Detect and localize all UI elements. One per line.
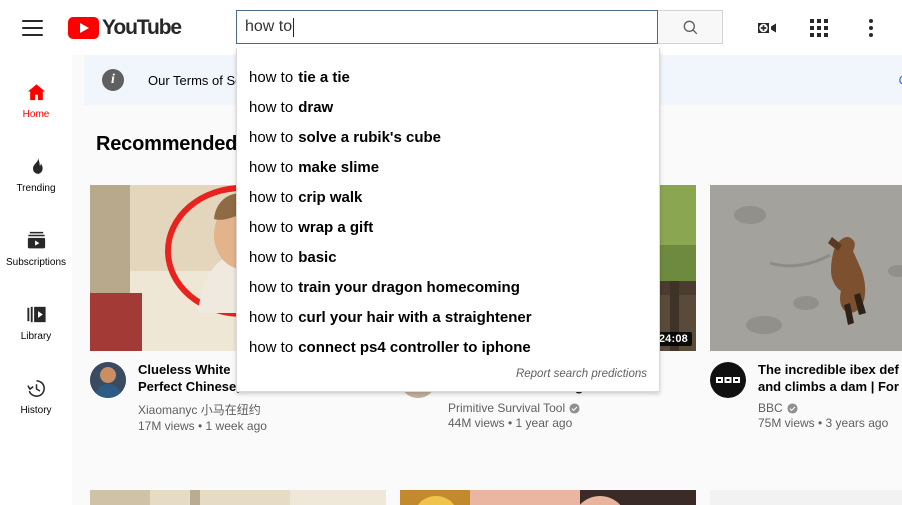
- channel-avatar[interactable]: [710, 362, 746, 398]
- suggestion-completion: train your dragon homecoming: [298, 278, 520, 296]
- sidebar-label-library: Library: [20, 331, 52, 342]
- suggestion-item[interactable]: how to solve a rubik's cube: [237, 122, 659, 152]
- suggestion-item[interactable]: how to connect ps4 controller to iphone: [237, 332, 659, 362]
- video-title-line1: The incredible ibex def: [758, 362, 899, 377]
- suggestion-prefix: how to: [249, 278, 294, 296]
- suggestion-prefix: how to: [249, 248, 294, 266]
- library-icon: [24, 302, 48, 326]
- history-icon: [24, 376, 48, 400]
- search-icon: [683, 20, 697, 34]
- sidebar-item-trending[interactable]: Trending: [0, 137, 72, 211]
- suggestion-completion: solve a rubik's cube: [298, 128, 441, 146]
- video-thumbnail[interactable]: a a a a: [710, 490, 902, 505]
- suggestion-item[interactable]: how to basic: [237, 242, 659, 272]
- terms-banner-text: Our Terms of Ser: [148, 72, 247, 88]
- suggestion-item[interactable]: how to wrap a gift: [237, 212, 659, 242]
- suggestion-prefix: how to: [249, 128, 294, 146]
- search-suggestions-dropdown: how to tie a tie how to draw how to solv…: [236, 48, 660, 392]
- video-stats: 17M views • 1 week ago: [138, 419, 267, 434]
- trending-icon: [24, 154, 48, 178]
- video-title-line2: and climbs a dam | For: [758, 378, 899, 394]
- sidebar-label-subscriptions: Subscriptions: [5, 257, 67, 268]
- video-grid-next-row: a a a a: [90, 490, 902, 505]
- search-input-value: how to: [245, 18, 293, 35]
- video-duration: 24:08: [654, 332, 692, 346]
- video-card[interactable]: The incredible ibex def and climbs a dam…: [710, 185, 902, 433]
- suggestion-item[interactable]: how to make slime: [237, 152, 659, 182]
- suggestion-completion: make slime: [298, 158, 380, 176]
- apps-grid-icon[interactable]: [806, 15, 832, 41]
- suggestion-item[interactable]: how to train your dragon homecoming: [237, 272, 659, 302]
- sidebar-label-trending: Trending: [16, 183, 56, 194]
- suggestion-completion: wrap a gift: [298, 218, 374, 236]
- suggestion-completion: tie a tie: [298, 68, 350, 86]
- suggestion-prefix: how to: [249, 218, 294, 236]
- video-channel[interactable]: BBC: [758, 401, 902, 415]
- thumbnail-image: [90, 490, 386, 505]
- avatar-image: [90, 362, 126, 398]
- thumbnail-image: [400, 490, 696, 505]
- suggestion-completion: connect ps4 controller to iphone: [298, 338, 531, 356]
- video-thumbnail[interactable]: [90, 490, 386, 505]
- suggestion-prefix: how to: [249, 98, 294, 116]
- sidebar-item-subscriptions[interactable]: Subscriptions: [0, 211, 72, 285]
- home-icon: [24, 80, 48, 104]
- video-title[interactable]: The incredible ibex def and climbs a dam…: [758, 362, 902, 395]
- suggestion-completion: basic: [298, 248, 337, 266]
- video-channel[interactable]: Primitive Survival Tool: [448, 401, 696, 415]
- video-thumbnail[interactable]: [400, 490, 696, 505]
- info-icon: i: [102, 69, 124, 91]
- top-header: YouTube how to: [0, 0, 902, 55]
- suggestion-item[interactable]: how to tie a tie: [237, 62, 659, 92]
- sidebar-label-home: Home: [22, 109, 50, 120]
- thumbnail-image: a a a a: [710, 490, 902, 505]
- youtube-play-icon: [68, 16, 99, 39]
- youtube-logo[interactable]: YouTube: [68, 15, 182, 40]
- search-area: how to: [236, 10, 723, 44]
- suggestion-prefix: how to: [249, 338, 294, 356]
- sidebar: Home Trending Subscriptions Library Hist…: [0, 55, 72, 505]
- guide-menu-icon[interactable]: [12, 8, 52, 48]
- video-channel-name: BBC: [758, 401, 783, 416]
- banner-dismiss-button[interactable]: OK: [899, 73, 902, 88]
- verified-badge-icon: [569, 403, 580, 414]
- suggestion-item[interactable]: how to crip walk: [237, 182, 659, 212]
- suggestion-completion: crip walk: [298, 188, 363, 206]
- sidebar-item-library[interactable]: Library: [0, 285, 72, 359]
- video-channel-name: Xiaomanyc 小马在纽约: [138, 403, 261, 418]
- video-channel[interactable]: Xiaomanyc 小马在纽约: [138, 401, 386, 418]
- suggestion-completion: draw: [298, 98, 334, 116]
- suggestion-completion: curl your hair with a straightener: [298, 308, 532, 326]
- text-caret: [293, 17, 295, 37]
- suggestion-prefix: how to: [249, 68, 294, 86]
- page-title: Recommended: [96, 133, 238, 155]
- youtube-page: YouTube how to Home Trending Subscriptio…: [0, 0, 902, 505]
- video-stats: 75M views • 3 years ago: [758, 416, 889, 431]
- header-actions: [754, 0, 892, 55]
- thumbnail-image: [710, 185, 902, 351]
- search-button[interactable]: [658, 10, 723, 44]
- video-stats: 44M views • 1 year ago: [448, 416, 573, 431]
- suggestion-item[interactable]: how to curl your hair with a straightene…: [237, 302, 659, 332]
- sidebar-item-home[interactable]: Home: [0, 63, 72, 137]
- report-search-predictions-link[interactable]: Report search predictions: [237, 362, 659, 387]
- sidebar-label-history: History: [20, 405, 52, 416]
- more-options-icon[interactable]: [858, 15, 884, 41]
- sidebar-item-history[interactable]: History: [0, 359, 72, 433]
- video-meta: The incredible ibex def and climbs a dam…: [710, 362, 902, 430]
- avatar-image: [710, 362, 746, 398]
- video-channel-name: Primitive Survival Tool: [448, 401, 566, 416]
- search-input[interactable]: how to: [236, 10, 658, 44]
- verified-badge-icon: [787, 403, 798, 414]
- subscriptions-icon: [24, 228, 48, 252]
- youtube-wordmark: YouTube: [102, 15, 182, 39]
- suggestion-item[interactable]: how to draw: [237, 92, 659, 122]
- suggestion-prefix: how to: [249, 188, 294, 206]
- suggestion-prefix: how to: [249, 158, 294, 176]
- channel-avatar[interactable]: [90, 362, 126, 398]
- video-thumbnail[interactable]: [710, 185, 902, 351]
- create-video-icon[interactable]: [754, 15, 780, 41]
- suggestion-prefix: how to: [249, 308, 294, 326]
